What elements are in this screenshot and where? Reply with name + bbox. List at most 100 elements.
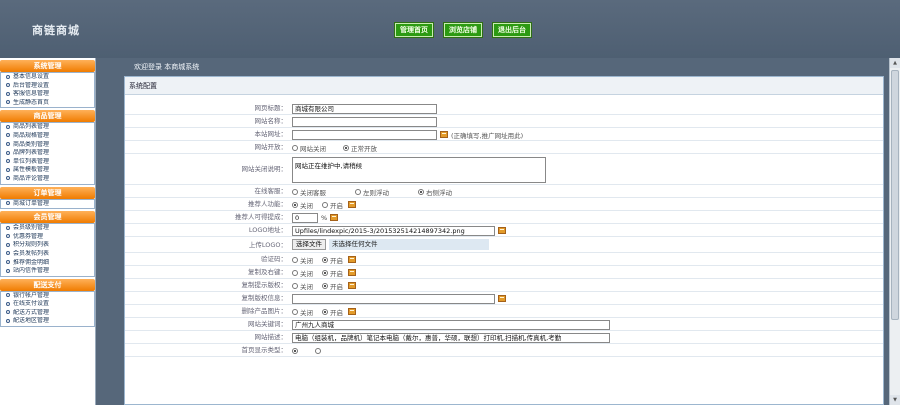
nav-browse-store-button[interactable]: 浏览店铺: [443, 22, 483, 38]
top-nav: 管理首页 浏览店铺 退出后台: [394, 22, 532, 38]
sidebar-item[interactable]: 站内信件管理: [1, 267, 94, 276]
sidebar-item[interactable]: 客服信息管理: [1, 90, 94, 99]
field-label: 复制及右键：: [248, 268, 287, 276]
edit-icon: [348, 269, 356, 276]
bullet-icon: [6, 201, 10, 206]
sidebar-item[interactable]: 银行帐户管理: [1, 292, 94, 301]
radio-homepage-type-a[interactable]: [292, 347, 298, 354]
sidebar-item[interactable]: 在线支付设置: [1, 300, 94, 309]
sidebar-section-title[interactable]: 系统管理: [0, 60, 95, 72]
sidebar-item[interactable]: 品牌列表管理: [1, 149, 94, 158]
radio-service-right[interactable]: 右侧浮动: [418, 187, 452, 197]
radio-delete-img-off[interactable]: 关闭: [292, 307, 313, 317]
radio-captcha-on[interactable]: 开启: [322, 255, 343, 265]
field-label: 首页显示类型：: [241, 346, 288, 354]
field-label: 验证码：: [261, 255, 287, 263]
form-row-captcha: 验证码： 关闭 开启: [125, 253, 883, 266]
edit-icon: [348, 201, 356, 208]
radio-copyright-tip-on[interactable]: 开启: [322, 281, 343, 291]
scroll-up-icon[interactable]: ▲: [890, 58, 900, 68]
site-title-input[interactable]: 商城有限公司: [292, 103, 437, 114]
sidebar-item[interactable]: 优惠券管理: [1, 233, 94, 242]
site-name-input[interactable]: [292, 116, 437, 127]
form-row-copy: 复制及右键： 关闭 开启: [125, 266, 883, 279]
sidebar-item[interactable]: 积分规则列表: [1, 241, 94, 250]
field-label: 网页标题：: [254, 104, 288, 112]
scroll-thumb[interactable]: [891, 70, 899, 320]
radio-service-left[interactable]: 左则浮动: [355, 187, 389, 197]
radio-site-close[interactable]: 网站关闭: [292, 143, 326, 153]
field-label: LOGO地址：: [248, 226, 287, 234]
bullet-icon: [6, 310, 10, 315]
nav-logout-button[interactable]: 退出后台: [492, 22, 532, 38]
sidebar-section-title[interactable]: 配送支付: [0, 278, 95, 291]
radio-delete-img-on[interactable]: 开启: [322, 307, 343, 317]
sidebar-item[interactable]: 商品评论管理: [1, 175, 94, 184]
scroll-down-icon[interactable]: ▼: [890, 395, 900, 405]
bullet-icon: [6, 142, 10, 147]
sidebar-item[interactable]: 商品列表管理: [1, 123, 94, 132]
sidebar-item[interactable]: 后台管理设置: [1, 82, 94, 91]
bullet-icon: [6, 124, 10, 129]
bullet-icon: [6, 242, 10, 247]
bullet-icon: [6, 318, 10, 323]
choose-file-button[interactable]: 选择文件: [292, 239, 326, 250]
nav-admin-home-button[interactable]: 管理首页: [394, 22, 434, 38]
sidebar-item[interactable]: 基本信息设置: [1, 73, 94, 82]
field-label: 在线客服：: [254, 187, 288, 195]
form-row-site-url: 本站网址： (正确填写,推广网址用此): [125, 128, 883, 141]
bullet-icon: [6, 260, 10, 264]
sidebar-item[interactable]: 属性模板管理: [1, 166, 94, 175]
no-file-text: 未选择任何文件: [329, 239, 489, 250]
config-form: 网页标题： 商城有限公司 网站名称： 本站网址： (正确填写,推广网址用此) 网…: [125, 102, 883, 357]
panel-title: 系统配置: [125, 77, 883, 95]
sidebar-item[interactable]: 生成静态首页: [1, 99, 94, 108]
sidebar-item[interactable]: 会员级别管理: [1, 224, 94, 233]
sidebar-item[interactable]: 配送方式管理: [1, 309, 94, 318]
radio-copy-off[interactable]: 关闭: [292, 268, 313, 278]
bullet-icon: [6, 159, 10, 164]
bullet-icon: [6, 225, 10, 230]
sidebar-section-title[interactable]: 订单管理: [0, 186, 95, 199]
commission-input[interactable]: 0: [292, 212, 318, 223]
form-row-recommend: 推荐人功能： 关闭 开启: [125, 198, 883, 211]
sidebar-section-title[interactable]: 会员管理: [0, 211, 95, 224]
close-reason-textarea[interactable]: 网站正在维护中,请稍候: [292, 156, 546, 183]
bullet-icon: [6, 234, 10, 239]
radio-recommend-on[interactable]: 开启: [322, 200, 343, 210]
config-panel: 系统配置 网页标题： 商城有限公司 网站名称： 本站网址： (正确填写,推广网址…: [124, 76, 884, 405]
logo-url-input[interactable]: Upfiles/lindexpic/2015-3/201532514214897…: [292, 225, 495, 236]
radio-site-open[interactable]: 正常开放: [343, 143, 377, 153]
radio-copy-on[interactable]: 开启: [322, 268, 343, 278]
form-row-site-open: 网站开放： 网站关闭 正常开放: [125, 141, 883, 154]
form-row-close-reason: 网站关闭说明： 网站正在维护中,请稍候: [125, 154, 883, 185]
keywords-input[interactable]: 广州九人商城: [292, 319, 610, 330]
sidebar-item[interactable]: 会员发帖列表: [1, 250, 94, 259]
description-input[interactable]: 电脑（组装机，品牌机）笔记本电脑（戴尔，惠普，华硕，联想）打印机,扫描机,传真机…: [292, 332, 610, 343]
field-label: 推荐人功能：: [248, 200, 287, 208]
sidebar-item[interactable]: 推荐佣金明细: [1, 259, 94, 268]
site-url-input[interactable]: [292, 129, 437, 140]
field-label: 复制版权信息：: [241, 294, 288, 302]
sidebar-section-title[interactable]: 商品管理: [0, 110, 95, 123]
radio-service-off[interactable]: 关闭客服: [292, 187, 326, 197]
bullet-icon: [6, 133, 10, 138]
field-label: 网站描述：: [254, 333, 288, 341]
sidebar-item[interactable]: 商品规格管理: [1, 132, 94, 141]
sidebar-item[interactable]: 商城订单管理: [1, 200, 94, 209]
copyright-info-input[interactable]: [292, 293, 495, 304]
form-row-upload-logo: 上传LOGO： 选择文件 未选择任何文件: [125, 237, 883, 253]
radio-copyright-tip-off[interactable]: 关闭: [292, 281, 313, 291]
form-row-delete-image: 删除产品图片： 关闭 开启: [125, 305, 883, 318]
sidebar-item[interactable]: 商品类别管理: [1, 141, 94, 150]
vertical-scrollbar[interactable]: ▲ ▼: [889, 58, 900, 405]
edit-icon: [498, 227, 506, 234]
sidebar-item[interactable]: 单位列表管理: [1, 158, 94, 167]
sidebar-item[interactable]: 配送地区管理: [1, 317, 94, 326]
field-label: 网站关键词：: [248, 320, 287, 328]
sidebar-section-orders: 订单管理 商城订单管理: [0, 186, 95, 210]
bullet-icon: [6, 100, 10, 105]
radio-recommend-off[interactable]: 关闭: [292, 200, 313, 210]
radio-homepage-type-b[interactable]: [315, 347, 321, 354]
radio-captcha-off[interactable]: 关闭: [292, 255, 313, 265]
